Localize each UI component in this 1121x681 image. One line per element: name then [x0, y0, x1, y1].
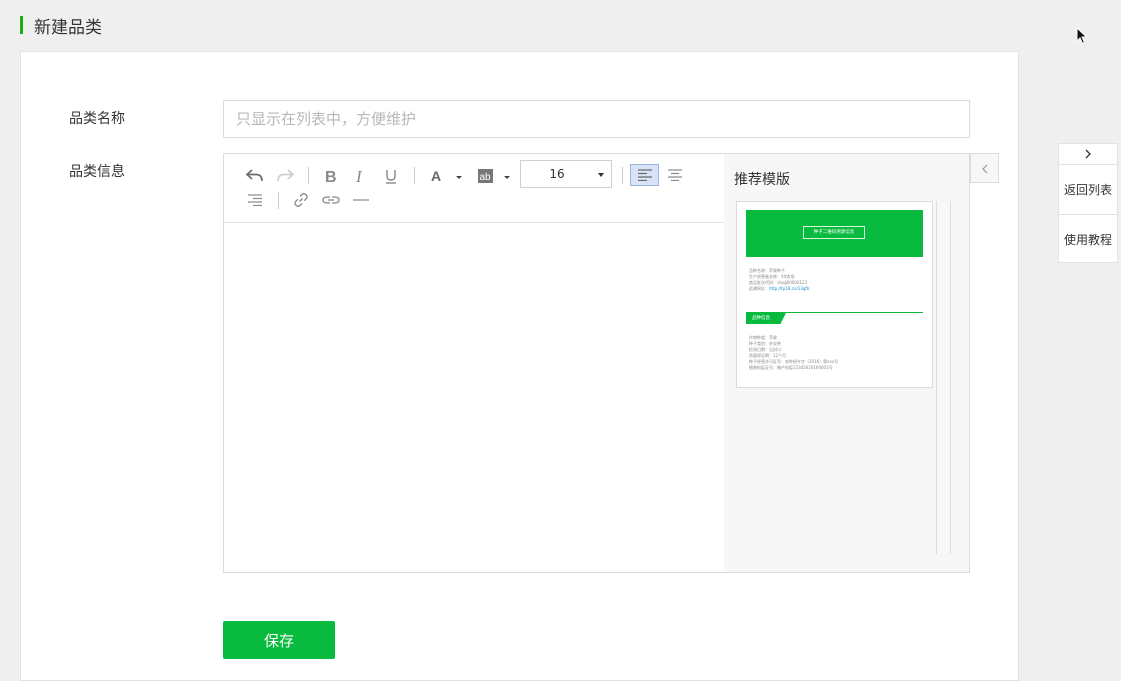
- tutorial-link[interactable]: 使用教程: [1059, 214, 1117, 264]
- chevron-left-icon: [982, 164, 988, 174]
- template-section-tag: 品种信息: [746, 313, 786, 324]
- template-url: http://tp18.cn/13gfb: [769, 286, 810, 291]
- horizontal-rule-icon[interactable]: [350, 190, 372, 210]
- template-banner: 种子二维码溯源信息: [746, 210, 923, 257]
- chevron-down-icon: [598, 173, 604, 177]
- mouse-cursor-icon: [1076, 27, 1088, 45]
- template-scrollbar-edge: [950, 201, 951, 554]
- bold-icon[interactable]: B: [320, 165, 342, 187]
- template-panel-title: 推荐模版: [734, 172, 790, 188]
- chevron-right-icon: [1085, 149, 1091, 159]
- save-button[interactable]: 保存: [223, 621, 335, 659]
- align-center-icon[interactable]: [664, 164, 686, 186]
- align-right-icon[interactable]: [244, 190, 266, 210]
- redo-icon[interactable]: [274, 166, 296, 186]
- editor-toolbar: B I A ab 16: [224, 154, 724, 223]
- underline-icon[interactable]: [380, 165, 402, 187]
- collapse-panel-button[interactable]: [970, 153, 999, 183]
- category-info-label: 品类信息: [69, 164, 125, 180]
- font-size-value: 16: [549, 167, 565, 181]
- category-name-input[interactable]: [223, 100, 970, 138]
- form-card: 品类名称 品类信息 B I A ab: [20, 51, 1019, 681]
- template-thumbnail[interactable]: 种子二维码溯源信息 品种名称：苹果种子 生产经营者名称：XX农场 商品批次代码：…: [736, 201, 933, 388]
- unlink-icon[interactable]: [320, 190, 342, 210]
- link-icon[interactable]: [290, 190, 312, 210]
- template-basic-info: 品种名称：苹果种子 生产经营者名称：XX农场 商品批次代码：cbyg000001…: [749, 268, 810, 291]
- align-left-icon[interactable]: [630, 164, 659, 186]
- back-to-list-link[interactable]: 返回列表: [1059, 165, 1117, 214]
- italic-icon[interactable]: I: [350, 165, 372, 187]
- template-panel: 推荐模版 种子二维码溯源信息 品种名称：苹果种子 生产经营者名称：XX农场 商品…: [724, 153, 970, 573]
- page-header: 新建品类: [20, 14, 102, 38]
- svg-text:B: B: [325, 169, 337, 184]
- font-size-select[interactable]: 16: [520, 160, 612, 188]
- template-variety-info: 作物种类：苹果 种子类别：杂交种 检测日期：见封口 质量保证期：12个月 种子经…: [749, 335, 839, 370]
- category-name-label: 品类名称: [69, 111, 125, 127]
- template-banner-text: 种子二维码溯源信息: [803, 226, 865, 239]
- undo-icon[interactable]: [244, 166, 266, 186]
- rich-text-editor: B I A ab 16: [223, 153, 725, 573]
- side-nav: 返回列表 使用教程: [1058, 143, 1118, 263]
- svg-text:I: I: [355, 168, 363, 184]
- side-nav-toggle[interactable]: [1059, 144, 1117, 165]
- background-color-icon[interactable]: ab: [476, 165, 512, 187]
- svg-text:A: A: [431, 168, 441, 184]
- svg-text:ab: ab: [480, 172, 492, 183]
- editor-content-area[interactable]: [224, 222, 724, 572]
- font-color-icon[interactable]: A: [428, 165, 464, 187]
- page-title: 新建品类: [34, 17, 102, 38]
- title-accent-bar: [20, 16, 23, 34]
- template-scrollbar-track[interactable]: [936, 201, 937, 554]
